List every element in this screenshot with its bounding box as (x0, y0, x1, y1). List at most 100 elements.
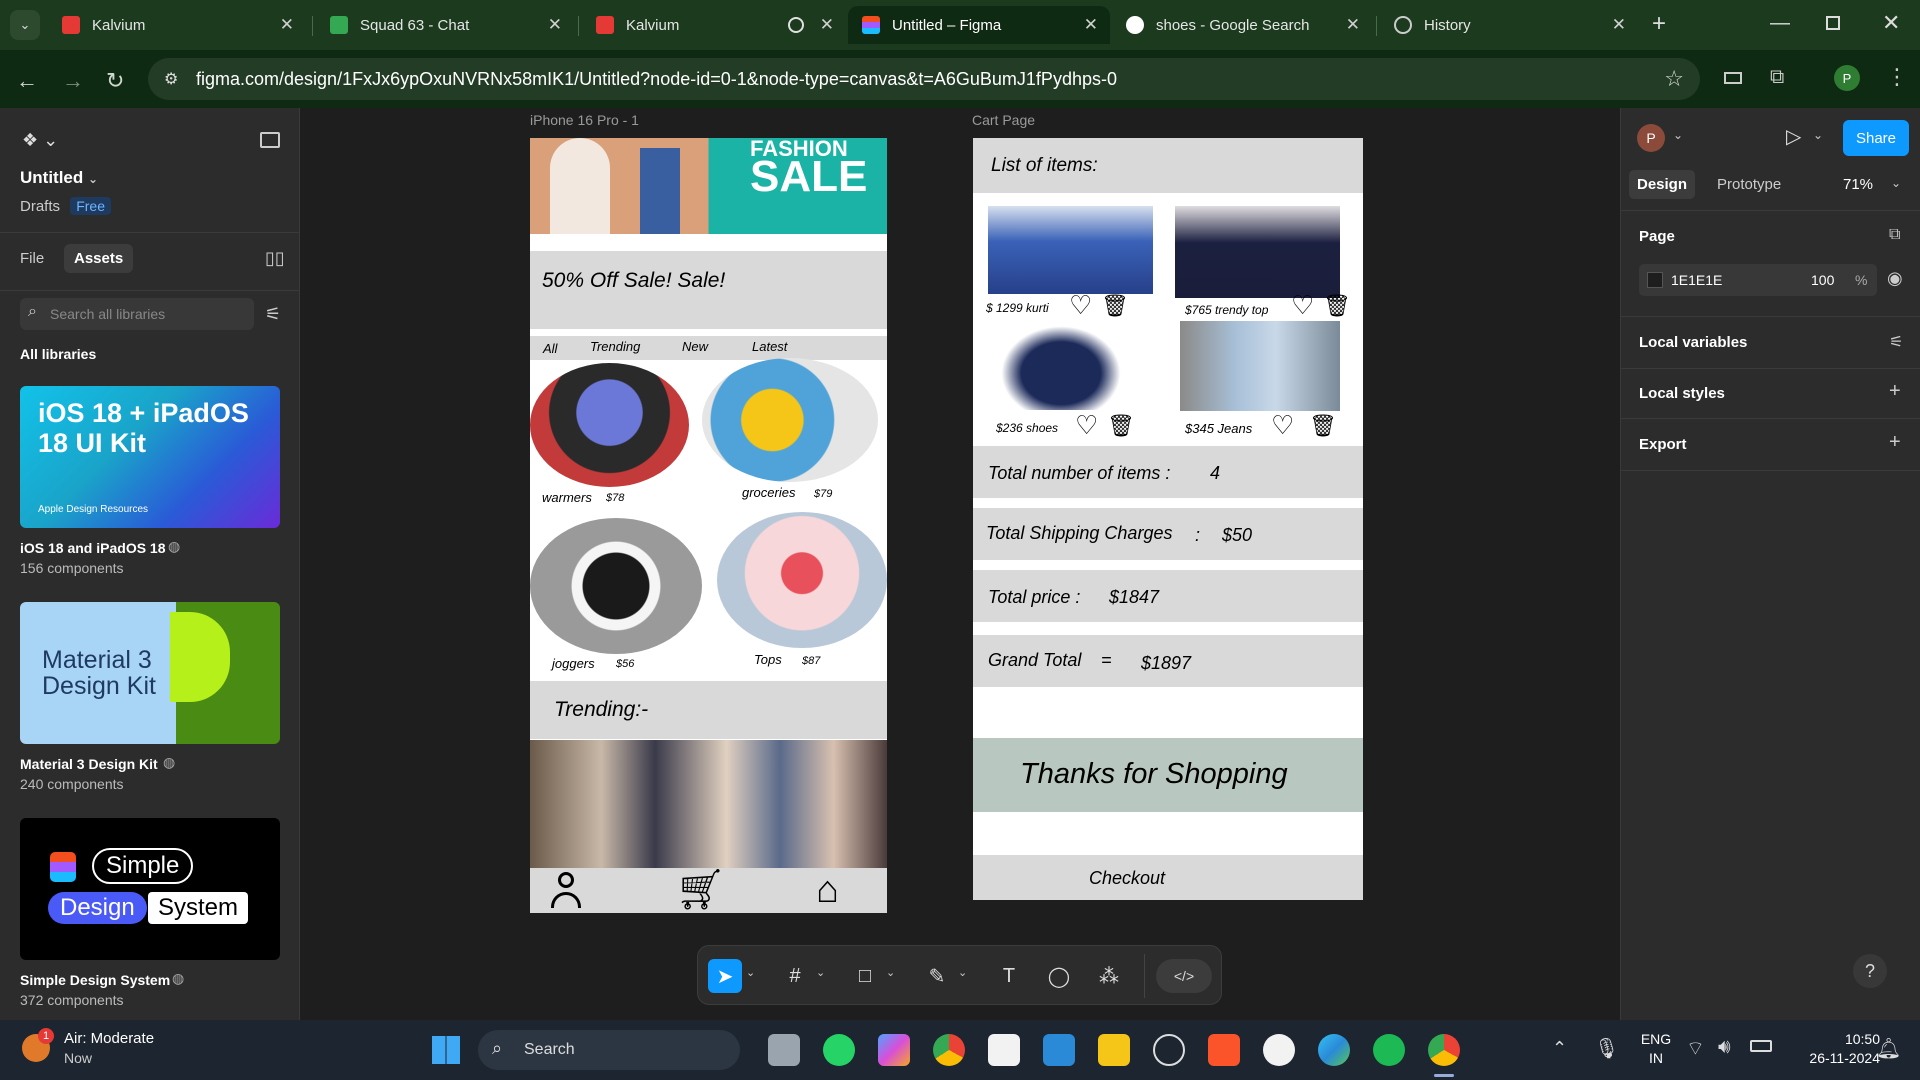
close-icon[interactable]: ✕ (820, 15, 834, 35)
trash-icon[interactable]: 🗑︎ (1107, 413, 1135, 439)
tab-prototype[interactable]: Prototype (1717, 176, 1781, 193)
heart-icon[interactable]: ♡ (1075, 410, 1098, 441)
tab-search-button[interactable]: ⌄ (10, 10, 40, 40)
tab-assets[interactable]: Assets (64, 244, 134, 273)
restore-button[interactable] (1826, 16, 1840, 30)
volume-icon[interactable]: 🔊︎ (1718, 1036, 1731, 1059)
cart-frame[interactable]: List of items: $ 1299 kurti ♡ 🗑︎ $765 tr… (973, 138, 1363, 900)
chevron-down-icon[interactable]: ⌄ (1673, 128, 1683, 142)
windows-start-icon[interactable] (432, 1036, 460, 1064)
frame-label-cart[interactable]: Cart Page (972, 112, 1035, 128)
export-section[interactable]: Export (1639, 436, 1687, 453)
library-name[interactable]: Simple Design System (20, 972, 170, 988)
eye-icon[interactable]: ◉ (1887, 268, 1903, 289)
library-card-simple[interactable]: Simple Design System (20, 818, 280, 960)
trash-icon[interactable]: 🗑︎ (1101, 293, 1129, 319)
product-image-groceries[interactable] (702, 358, 878, 482)
zoom-level[interactable]: 71% (1843, 176, 1873, 193)
file-explorer-icon[interactable] (1098, 1034, 1130, 1066)
whatsapp-icon[interactable] (823, 1034, 855, 1066)
task-view-icon[interactable] (768, 1034, 800, 1066)
library-card-ios[interactable]: iOS 18 + iPadOS 18 UI Kit Apple Design R… (20, 386, 280, 528)
edge-icon[interactable] (1318, 1034, 1350, 1066)
tray-chevron-up-icon[interactable]: ⌃ (1552, 1038, 1567, 1059)
chevron-down-icon[interactable]: ⌄ (886, 966, 895, 979)
back-icon[interactable]: ← (16, 68, 38, 94)
dell-icon[interactable] (1153, 1034, 1185, 1066)
share-button[interactable]: Share (1843, 120, 1909, 156)
heart-icon[interactable]: ♡ (1271, 410, 1294, 441)
close-icon[interactable]: ✕ (1612, 15, 1626, 35)
add-export-icon[interactable]: + (1889, 431, 1901, 454)
local-variables-section[interactable]: Local variables (1639, 334, 1747, 351)
profile-icon[interactable] (550, 872, 582, 910)
comment-tool-icon[interactable]: ◯ (1042, 959, 1076, 993)
move-tool-icon[interactable]: ➤ (708, 959, 742, 993)
close-window-button[interactable]: ✕ (1882, 10, 1900, 36)
chevron-down-icon[interactable]: ⌄ (816, 966, 825, 979)
spotify-icon[interactable] (1373, 1034, 1405, 1066)
category-latest[interactable]: Latest (752, 339, 787, 354)
close-icon[interactable]: ✕ (1084, 15, 1098, 35)
tab-history[interactable]: History ✕ (1380, 6, 1638, 44)
canvas[interactable]: iPhone 16 Pro - 1 Cart Page FASHION SALE… (300, 108, 1620, 1020)
tab-figma[interactable]: Untitled – Figma ✕ (848, 6, 1110, 44)
product-image-tops[interactable] (717, 512, 887, 648)
trash-icon[interactable]: 🗑︎ (1323, 293, 1351, 319)
trash-icon[interactable]: 🗑︎ (1309, 413, 1337, 439)
brave-icon[interactable] (1208, 1034, 1240, 1066)
present-play-icon[interactable]: ▷ (1786, 124, 1801, 149)
category-new[interactable]: New (682, 339, 708, 354)
site-settings-icon[interactable]: ⚙ (164, 69, 178, 89)
menu-icon[interactable]: ⋮ (1886, 64, 1908, 90)
phone-frame[interactable]: FASHION SALE 50% Off Sale! Sale! All Tre… (530, 138, 887, 913)
page-color-input[interactable]: 1E1E1E 100 % (1639, 264, 1877, 296)
dev-mode-toggle-icon[interactable]: </> (1156, 959, 1212, 993)
file-name[interactable]: Untitled ⌄ (20, 168, 98, 188)
forward-icon[interactable]: → (62, 68, 84, 94)
library-name[interactable]: iOS 18 and iPadOS 18 (20, 540, 166, 556)
product-image-joggers[interactable] (530, 518, 702, 654)
trending-image[interactable] (530, 740, 887, 868)
item-image-jeans[interactable] (1180, 321, 1340, 411)
checkout-label[interactable]: Checkout (1089, 868, 1165, 889)
tab-design[interactable]: Design (1629, 170, 1696, 199)
text-tool-icon[interactable]: T (992, 959, 1026, 993)
tab-kalvium-2[interactable]: Kalvium ✕ (582, 6, 846, 44)
chrome-profile-icon[interactable] (1428, 1034, 1460, 1066)
library-book-icon[interactable]: ▯▯ (265, 248, 285, 269)
local-styles-section[interactable]: Local styles (1639, 385, 1725, 402)
profile-avatar[interactable]: P (1834, 65, 1860, 91)
new-tab-button[interactable]: + (1652, 10, 1666, 38)
product-image-warmers[interactable] (530, 363, 689, 487)
bookmark-star-icon[interactable]: ☆ (1664, 66, 1684, 92)
color-swatch[interactable] (1647, 272, 1663, 288)
chevron-down-icon[interactable]: ⌄ (958, 966, 967, 979)
cart-icon[interactable]: 🛒︎ (675, 868, 726, 912)
category-all[interactable]: All (543, 341, 557, 356)
copilot-icon[interactable] (878, 1034, 910, 1066)
clock[interactable]: 10:50 26-11-2024 (1780, 1030, 1880, 1068)
file-location[interactable]: Drafts (20, 198, 60, 215)
tab-file[interactable]: File (20, 250, 44, 267)
minimize-button[interactable]: — (1770, 12, 1790, 35)
library-search-input[interactable]: ⌕ Search all libraries (20, 298, 254, 330)
help-icon[interactable]: ? (1853, 954, 1887, 988)
filter-icon[interactable]: ⚟ (265, 304, 281, 325)
wifi-icon[interactable]: ⌔ (1686, 1036, 1705, 1061)
chrome-icon[interactable] (933, 1034, 965, 1066)
frame-label-phone[interactable]: iPhone 16 Pro - 1 (530, 112, 639, 128)
extensions-icon[interactable]: ⧉ (1770, 66, 1784, 89)
url-text[interactable]: figma.com/design/1FxJx6ypOxuNVRNx58mIK1/… (196, 69, 1117, 90)
chevron-down-icon[interactable]: ⌄ (1891, 176, 1901, 190)
add-style-icon[interactable]: + (1889, 380, 1901, 403)
library-name[interactable]: Material 3 Design Kit (20, 756, 158, 772)
toggle-sidebar-icon[interactable] (260, 132, 280, 148)
actions-tool-icon[interactable]: ⁂ (1092, 959, 1126, 993)
store-icon[interactable] (988, 1034, 1020, 1066)
rectangle-tool-icon[interactable]: □ (848, 959, 882, 993)
heart-icon[interactable]: ♡ (1291, 290, 1314, 321)
battery-icon[interactable] (1750, 1040, 1772, 1052)
user-avatar[interactable]: P (1637, 124, 1665, 152)
home-icon[interactable]: ⌂ (816, 870, 839, 910)
